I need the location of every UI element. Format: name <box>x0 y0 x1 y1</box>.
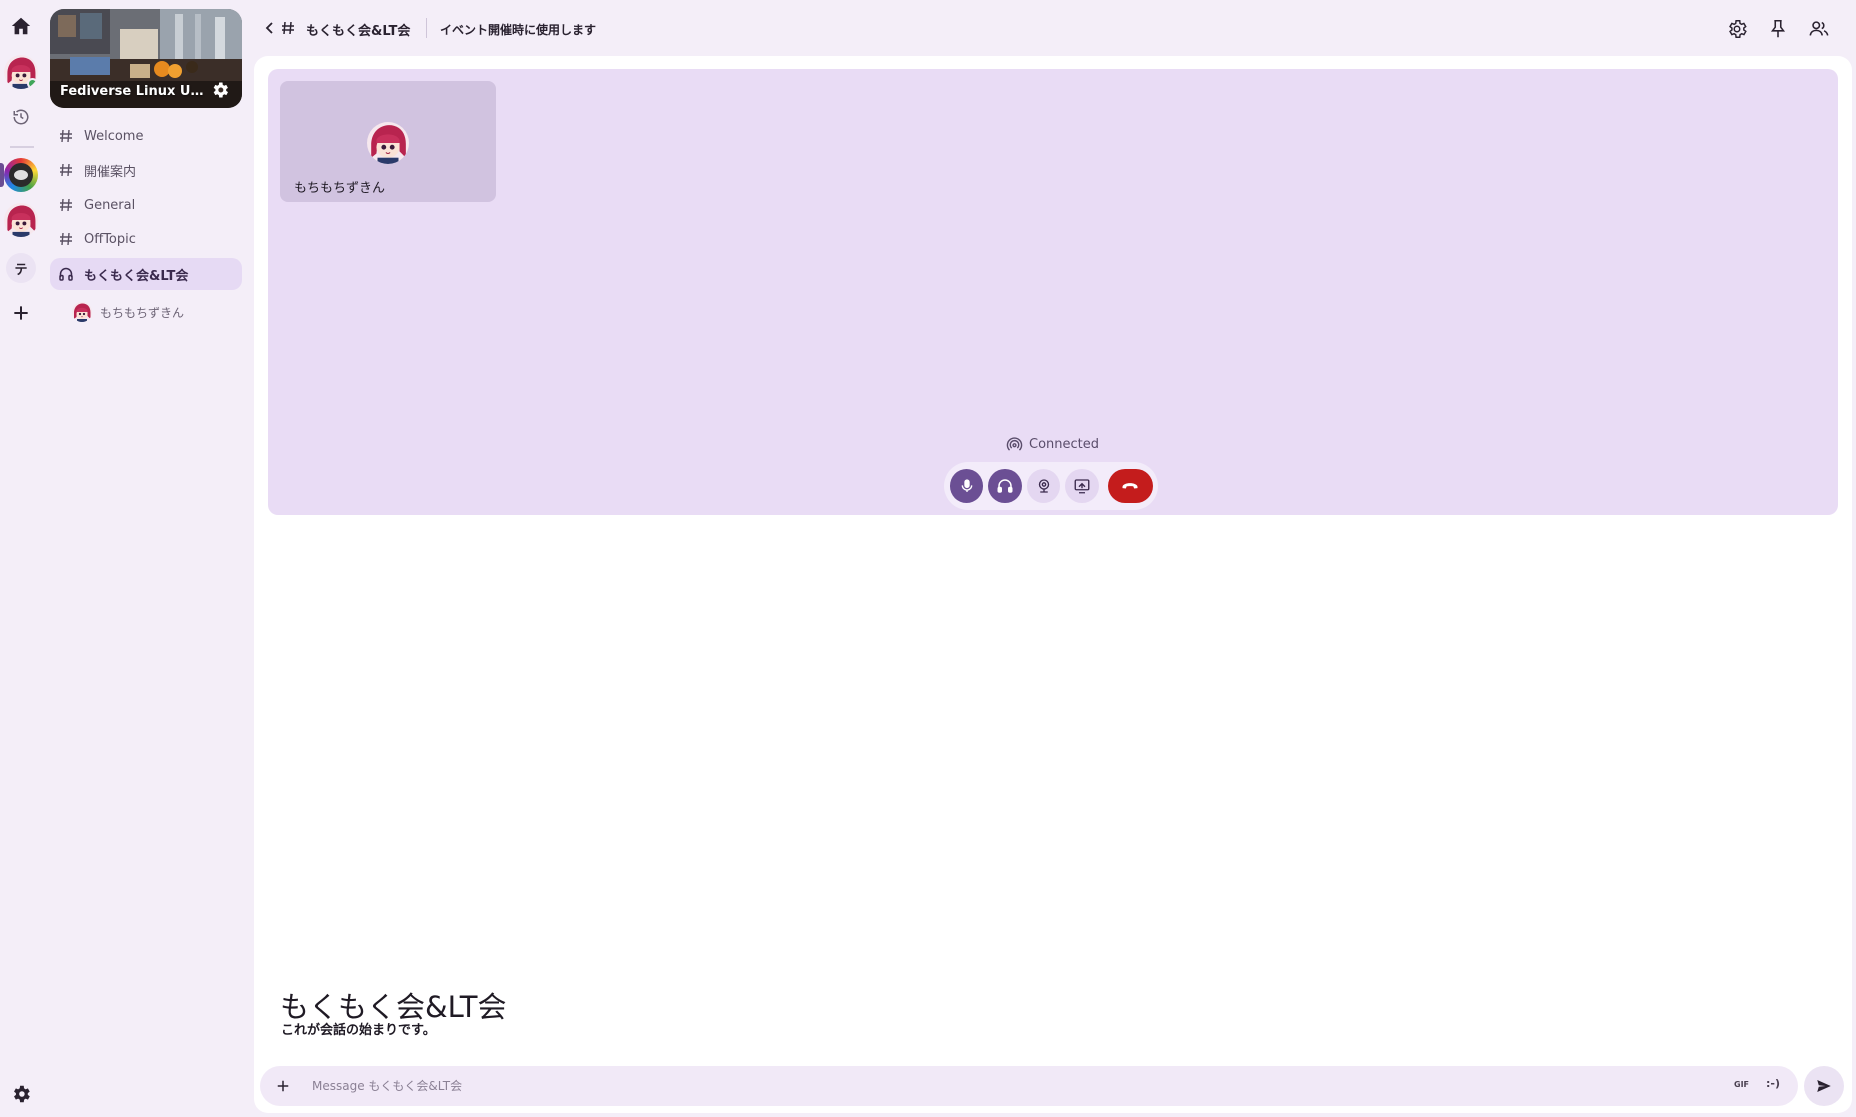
channel-general[interactable]: General <box>50 189 242 221</box>
server-button-fediverse[interactable] <box>1 155 41 195</box>
channel-label: Welcome <box>84 128 144 144</box>
channel-voice-mokumoku[interactable]: もくもく会&LT会 <box>50 258 242 290</box>
camera-button[interactable] <box>1026 469 1061 503</box>
user-avatar <box>4 55 38 89</box>
server-rail: テ <box>0 0 44 1117</box>
history-button[interactable] <box>1 97 41 137</box>
microphone-icon <box>961 479 973 492</box>
voice-member[interactable]: もちもちずきん <box>72 300 184 324</box>
plus-icon <box>14 306 28 320</box>
members-icon[interactable] <box>1808 18 1830 40</box>
voice-member-name: もちもちずきん <box>100 305 185 320</box>
channel-offtopic[interactable]: OffTopic <box>50 223 242 255</box>
channel-sidebar: Fediverse Linux Us... Welcome 開催案内 Gener… <box>44 0 250 1117</box>
channel-label: OffTopic <box>84 231 136 247</box>
hash-icon <box>60 163 72 177</box>
content-panel: もちもちずきん Connected もくもく会&LT会 これが会話の始まりです。… <box>254 56 1852 1113</box>
hash-icon <box>60 129 72 143</box>
server-button-text[interactable]: テ <box>1 248 41 288</box>
participant-tile[interactable]: もちもちずきん <box>280 81 496 202</box>
channel-announcements[interactable]: 開催案内 <box>50 154 242 186</box>
headphones-icon <box>997 479 1013 493</box>
main-area: もくもく会&LT会 イベント開催時に使用します もちもちずきん Connecte… <box>250 0 1856 1117</box>
screen-share-icon <box>1074 479 1090 494</box>
history-icon <box>13 109 29 125</box>
hash-icon <box>60 232 72 246</box>
voice-call-area: もちもちずきん Connected <box>268 69 1838 515</box>
participant-name: もちもちずきん <box>294 181 386 196</box>
channel-topic: イベント開催時に使用します <box>440 23 597 37</box>
hash-icon <box>282 21 294 35</box>
channel-label: 開催案内 <box>84 164 137 180</box>
connection-status: Connected <box>1006 436 1099 453</box>
online-status-dot <box>27 78 38 89</box>
headphones-icon <box>59 267 73 281</box>
emoji-button[interactable]: :-) <box>1766 1077 1780 1090</box>
user-avatar-button[interactable] <box>1 52 41 92</box>
add-server-button[interactable] <box>1 293 41 333</box>
connection-status-label: Connected <box>1029 437 1100 452</box>
server-settings-gear-icon[interactable] <box>210 80 230 100</box>
page-title: もくもく会&LT会 <box>306 24 411 39</box>
channel-welcome[interactable]: Welcome <box>50 120 242 152</box>
text-icon: テ <box>6 253 36 283</box>
rail-divider <box>10 146 34 148</box>
server-icon <box>4 203 38 237</box>
gear-icon[interactable] <box>1726 18 1748 40</box>
avatar <box>72 302 92 322</box>
home-icon <box>11 17 31 35</box>
server-name: Fediverse Linux Us... <box>60 84 210 99</box>
channel-label: General <box>84 197 136 213</box>
signal-icon <box>1006 437 1023 451</box>
message-input[interactable] <box>312 1076 1612 1096</box>
screen-share-button[interactable] <box>1065 469 1099 503</box>
server-icon <box>4 158 38 192</box>
phone-hangup-icon <box>1122 483 1138 489</box>
plus-icon[interactable] <box>274 1077 292 1095</box>
send-button[interactable] <box>1804 1066 1844 1106</box>
home-button[interactable] <box>1 6 41 46</box>
settings-button[interactable] <box>1 1074 41 1114</box>
server-banner[interactable]: Fediverse Linux Us... <box>50 9 242 108</box>
hash-icon <box>60 198 72 212</box>
header: もくもく会&LT会 イベント開催時に使用します <box>250 0 1856 56</box>
conversation-start-subtitle: これが会話の始まりです。 <box>281 1023 436 1038</box>
channel-label: もくもく会&LT会 <box>84 268 189 284</box>
message-composer: GIF :-) <box>260 1066 1798 1106</box>
gear-icon <box>14 1085 30 1103</box>
chevron-left-icon[interactable] <box>262 20 278 36</box>
server-button-avatar[interactable] <box>1 200 41 240</box>
pin-icon[interactable] <box>1767 18 1789 40</box>
deafen-button[interactable] <box>988 469 1022 503</box>
webcam-icon <box>1038 479 1049 493</box>
microphone-button[interactable] <box>950 469 984 503</box>
gif-button[interactable]: GIF <box>1734 1080 1749 1089</box>
send-icon <box>1817 1080 1831 1092</box>
hang-up-button[interactable] <box>1107 469 1153 503</box>
header-divider <box>426 18 427 38</box>
avatar <box>367 122 409 164</box>
call-controls <box>944 462 1158 510</box>
